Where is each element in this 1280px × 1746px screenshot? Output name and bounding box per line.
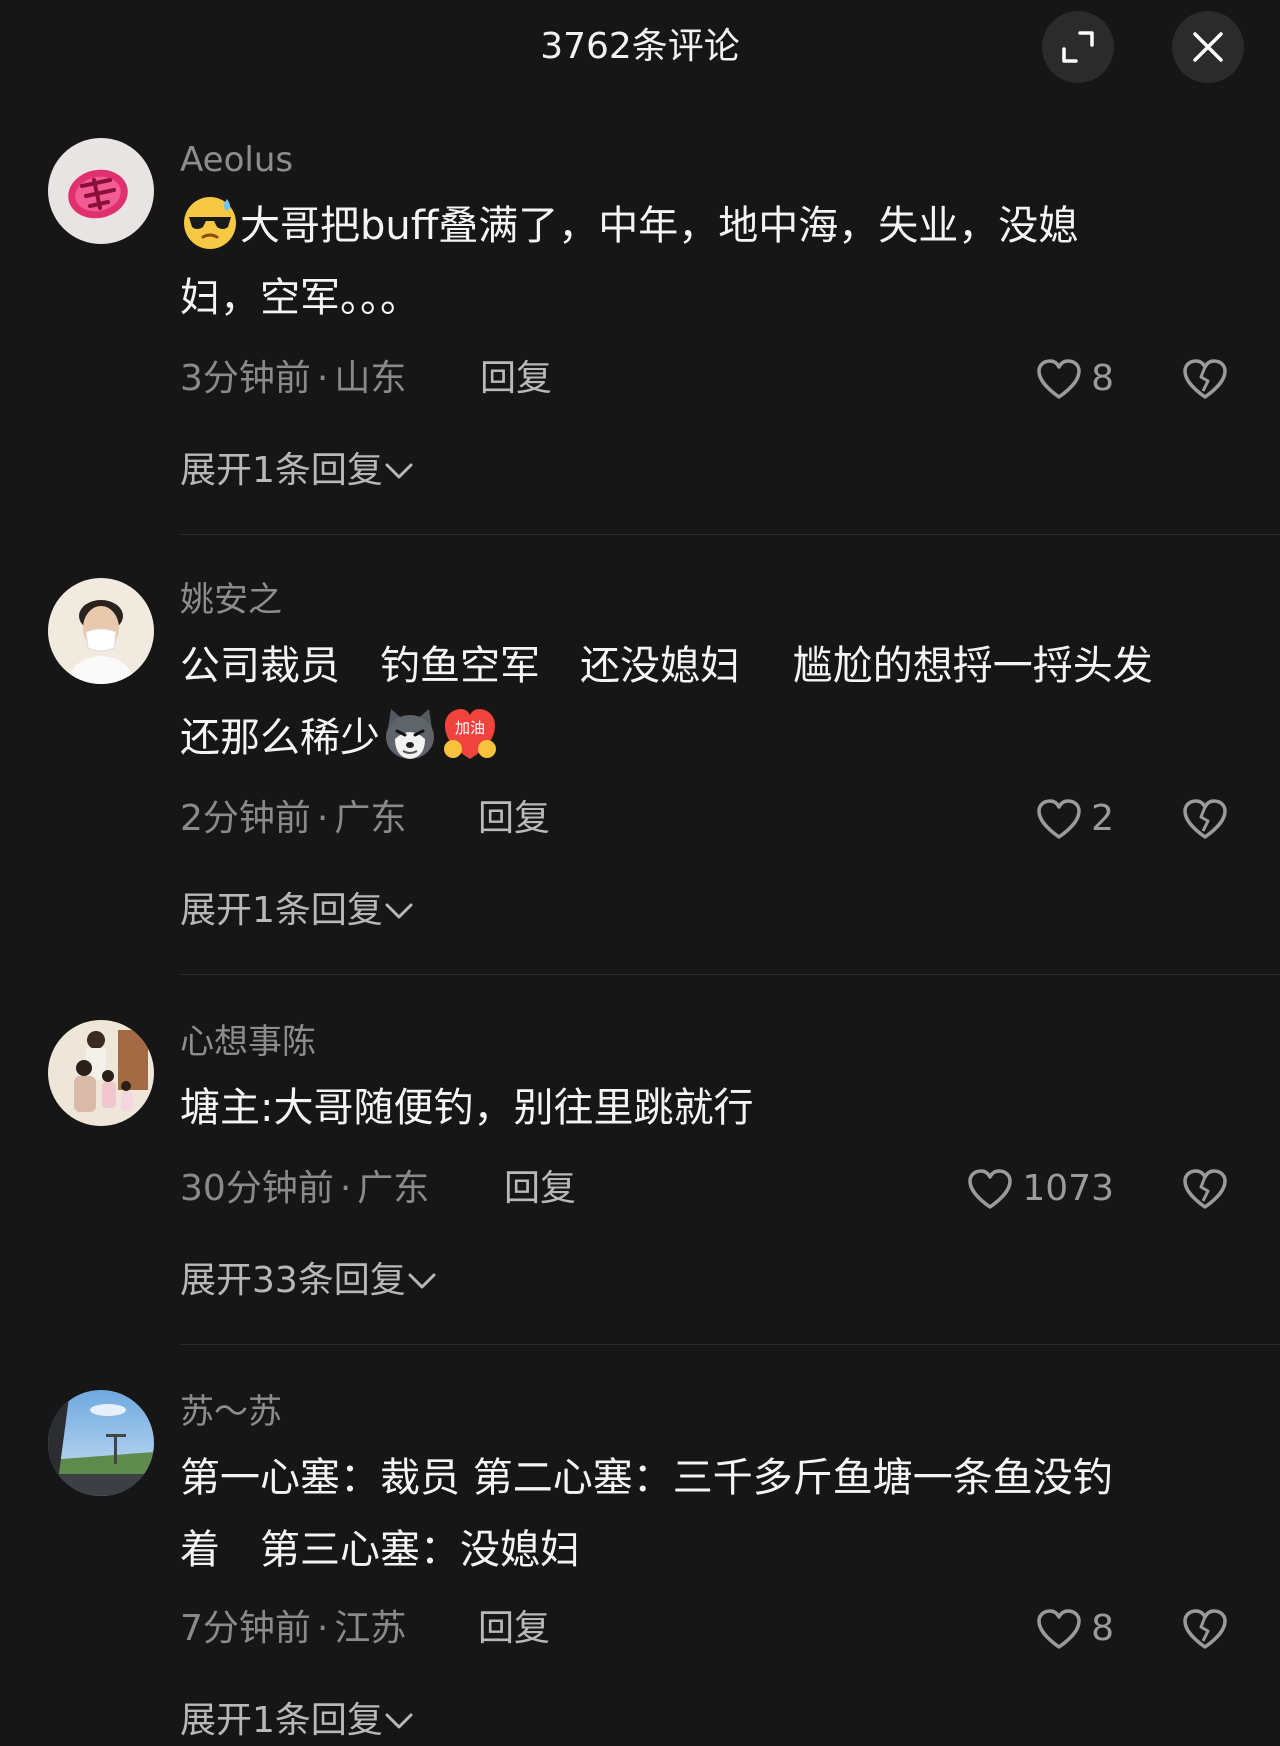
reply-button[interactable]: 回复 bbox=[504, 1164, 576, 1214]
comment-time: 7分钟前 bbox=[180, 1608, 311, 1649]
comment-location: 广东 bbox=[357, 1168, 430, 1209]
like-button[interactable]: 2 bbox=[1000, 794, 1114, 844]
heart-icon bbox=[1037, 799, 1081, 839]
avatar[interactable] bbox=[48, 138, 154, 244]
jiayou-text: 加油 bbox=[455, 719, 485, 737]
dislike-button[interactable] bbox=[1180, 1604, 1230, 1654]
jiayou-cheer-emoji: 加油 bbox=[444, 709, 496, 759]
expand-replies-button[interactable]: 展开1条回复 bbox=[180, 886, 415, 936]
husky-dog-emoji bbox=[386, 709, 434, 759]
comment-username[interactable]: Aeolus bbox=[180, 138, 293, 182]
comment-text-line: 塘主:大哥随便钓，别往里跳就行 bbox=[180, 1085, 754, 1131]
comment-text-line: 第一心塞：裁员 第二心塞：三千多斤鱼塘一条鱼没钓 bbox=[180, 1455, 1113, 1501]
avatar[interactable] bbox=[48, 1020, 154, 1126]
comment-text: 大哥把buff叠满了，中年，地中海，失业，没媳 妇，空军。。。 bbox=[180, 190, 1240, 334]
comment-meta: 30分钟前 · 广东 bbox=[180, 1168, 430, 1209]
comment-text: 第一心塞：裁员 第二心塞：三千多斤鱼塘一条鱼没钓 着 第三心塞：没媳妇 bbox=[180, 1442, 1240, 1586]
comment-text: 公司裁员 钓鱼空军 还没媳妇 尴尬的想捋一捋头发 还那么稀少 加油 bbox=[180, 630, 1240, 774]
like-count: 8 bbox=[1091, 1608, 1114, 1649]
broken-heart-icon bbox=[1183, 1169, 1227, 1209]
comment-location: 山东 bbox=[334, 358, 407, 399]
comment-time: 30分钟前 bbox=[180, 1168, 334, 1209]
reply-button[interactable]: 回复 bbox=[478, 794, 550, 844]
reply-button[interactable]: 回复 bbox=[480, 354, 552, 404]
like-button[interactable]: 1073 bbox=[960, 1164, 1114, 1214]
comment-location: 江苏 bbox=[334, 1608, 407, 1649]
comment-list: Aeolus 大哥把buff叠满了，中年，地中海，失业，没媳 妇，空军。。。 3… bbox=[0, 0, 1280, 1741]
dislike-button[interactable] bbox=[1180, 354, 1230, 404]
divider bbox=[180, 534, 1280, 535]
comment-username[interactable]: 苏～苏 bbox=[180, 1390, 282, 1434]
comment-time: 2分钟前 bbox=[180, 798, 311, 839]
comment-text-line: 还那么稀少 bbox=[180, 715, 380, 761]
divider bbox=[180, 1344, 1280, 1345]
comment-text-line: 着 第三心塞：没媳妇 bbox=[180, 1527, 580, 1573]
chevron-down-icon bbox=[385, 1713, 413, 1729]
heart-icon bbox=[1037, 359, 1081, 399]
comment-text-line: 妇，空军。。。 bbox=[180, 275, 420, 321]
expand-replies-button[interactable]: 展开1条回复 bbox=[180, 1696, 415, 1746]
chevron-down-icon bbox=[408, 1273, 436, 1289]
heart-icon bbox=[968, 1169, 1013, 1209]
comment-text-line: 公司裁员 钓鱼空军 还没媳妇 尴尬的想捋一捋头发 bbox=[180, 643, 1153, 689]
expand-replies-button[interactable]: 展开1条回复 bbox=[180, 446, 415, 496]
like-count: 8 bbox=[1091, 358, 1114, 399]
comment-meta: 2分钟前 · 广东 bbox=[180, 798, 407, 839]
comment-text: 塘主:大哥随便钓，别往里跳就行 bbox=[180, 1072, 1240, 1144]
like-count: 1073 bbox=[1022, 1168, 1114, 1209]
dislike-button[interactable] bbox=[1180, 1164, 1230, 1214]
divider bbox=[180, 974, 1280, 975]
broken-heart-icon bbox=[1183, 359, 1227, 399]
dislike-button[interactable] bbox=[1180, 794, 1230, 844]
comment-username[interactable]: 姚安之 bbox=[180, 578, 282, 622]
chevron-down-icon bbox=[385, 463, 413, 479]
like-button[interactable]: 8 bbox=[1000, 1604, 1114, 1654]
comment-meta: 3分钟前 · 山东 bbox=[180, 358, 407, 399]
comment-time: 3分钟前 bbox=[180, 358, 311, 399]
heart-icon bbox=[1037, 1609, 1081, 1649]
broken-heart-icon bbox=[1183, 1609, 1227, 1649]
broken-heart-icon bbox=[1183, 799, 1227, 839]
like-button[interactable]: 8 bbox=[1000, 354, 1114, 404]
sunglasses-sweat-emoji bbox=[184, 197, 236, 249]
comment-text-line: 大哥把buff叠满了，中年，地中海，失业，没媳 bbox=[240, 203, 1079, 249]
like-count: 2 bbox=[1091, 798, 1114, 839]
comment-username[interactable]: 心想事陈 bbox=[180, 1020, 316, 1064]
chevron-down-icon bbox=[385, 903, 413, 919]
expand-replies-button[interactable]: 展开33条回复 bbox=[180, 1256, 438, 1306]
comment-location: 广东 bbox=[334, 798, 407, 839]
reply-button[interactable]: 回复 bbox=[478, 1604, 550, 1654]
avatar[interactable] bbox=[48, 1390, 154, 1496]
avatar[interactable] bbox=[48, 578, 154, 684]
comment-meta: 7分钟前 · 江苏 bbox=[180, 1608, 407, 1649]
